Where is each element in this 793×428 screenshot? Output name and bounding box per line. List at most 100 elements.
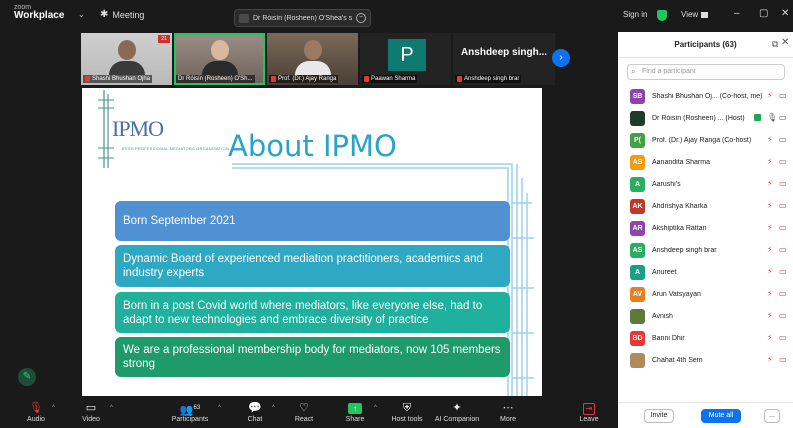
- sign-in-button[interactable]: Sign in: [623, 10, 647, 19]
- host-tools-button[interactable]: ⛨ Host tools: [390, 401, 424, 423]
- share-options-caret[interactable]: ^: [374, 405, 377, 411]
- ai-companion-button[interactable]: ✦ AI Companion: [432, 401, 482, 423]
- slide-title: About IPMO: [228, 129, 397, 163]
- participant-row[interactable]: Chahat 4th Sem ⚡ ▭: [618, 350, 793, 372]
- mute-all-button[interactable]: Mute all: [701, 409, 741, 423]
- annotate-pencil-icon[interactable]: ✎: [18, 368, 36, 386]
- participant-name: Prof. (Dr.) Ajay Ranga (Co-host): [652, 137, 752, 144]
- mic-muted-icon[interactable]: ⚡: [767, 91, 773, 100]
- participant-row[interactable]: AR Akshiptika Rattan ⚡ ▭: [618, 218, 793, 240]
- video-tile[interactable]: Anshdeep singh... Anshdeep singh brar: [453, 33, 555, 85]
- participant-row[interactable]: Dr Róisín (Rosheen) ... (Host) 🎙 ▭: [618, 108, 793, 130]
- avatar: AV: [630, 287, 645, 302]
- mic-muted-icon[interactable]: ⚡: [767, 311, 773, 320]
- video-off-icon[interactable]: ▭: [779, 157, 787, 166]
- react-button[interactable]: ♡ React: [292, 401, 316, 423]
- leave-button[interactable]: ⇥ Leave: [576, 401, 602, 423]
- mic-muted-icon[interactable]: ⚡: [767, 333, 773, 342]
- video-tile[interactable]: P Paawan Sharma: [360, 33, 451, 85]
- participant-row[interactable]: AS Anshdeep singh brar ⚡ ▭: [618, 240, 793, 262]
- participant-search-input[interactable]: ⌕ Find a participant: [627, 64, 785, 80]
- mic-muted-icon[interactable]: ⚡: [767, 245, 773, 254]
- video-off-icon[interactable]: ▭: [779, 223, 787, 232]
- shield-icon: ⛨: [402, 402, 412, 414]
- participant-row[interactable]: AK Ahdrishya Kharka ⚡ ▭: [618, 196, 793, 218]
- more-button[interactable]: ⋯ More: [496, 401, 520, 423]
- video-options-caret[interactable]: ^: [110, 405, 113, 411]
- participant-row[interactable]: A Anureet ⚡ ▭: [618, 262, 793, 284]
- video-tile[interactable]: Prof. (Dr.) Ajay Ranga: [267, 33, 358, 85]
- participant-name: Dr Róisín (Rosheen) ... (Host): [652, 115, 745, 122]
- minus-circle-icon[interactable]: −: [356, 13, 366, 23]
- video-off-icon[interactable]: ▭: [779, 201, 787, 210]
- mic-muted-icon[interactable]: ⚡: [767, 289, 773, 298]
- close-panel-icon[interactable]: ✕: [781, 37, 789, 48]
- participants-options-caret[interactable]: ^: [218, 405, 221, 411]
- mic-on-icon[interactable]: 🎙: [767, 113, 777, 122]
- close-icon[interactable]: ✕: [781, 8, 789, 19]
- mic-muted-icon[interactable]: ⚡: [767, 157, 773, 166]
- video-off-icon[interactable]: ▭: [779, 311, 787, 320]
- mic-muted-icon[interactable]: ⚡: [767, 223, 773, 232]
- panel-footer: Invite Mute all ...: [618, 402, 793, 428]
- audio-button[interactable]: 🎙 Audio: [24, 401, 48, 423]
- slide-bullet: Born September 2021: [115, 201, 510, 241]
- participant-row[interactable]: Avnish ⚡ ▭: [618, 306, 793, 328]
- video-on-icon[interactable]: ▭: [779, 135, 787, 144]
- video-name-label: Shashi Bhushan Ojha: [83, 75, 153, 83]
- slide-bullet: Dynamic Board of experienced mediation p…: [115, 245, 510, 287]
- participant-row[interactable]: A Aarushi's ⚡ ▭: [618, 174, 793, 196]
- more-options-button[interactable]: ...: [764, 409, 780, 423]
- pop-out-icon[interactable]: ⧉: [772, 39, 778, 50]
- mic-muted-icon[interactable]: ⚡: [767, 201, 773, 210]
- video-off-icon[interactable]: ▭: [779, 179, 787, 188]
- mic-muted-icon[interactable]: ⚡: [767, 179, 773, 188]
- video-tile[interactable]: 21 Shashi Bhushan Ojha: [81, 33, 172, 85]
- video-off-icon[interactable]: ▭: [779, 245, 787, 254]
- chat-button[interactable]: 💬 Chat: [244, 401, 266, 423]
- view-label: View: [681, 10, 699, 19]
- invite-button[interactable]: Invite: [644, 409, 674, 423]
- video-off-icon[interactable]: ▭: [779, 289, 787, 298]
- video-camera-icon: ▭: [85, 402, 97, 414]
- chat-options-caret[interactable]: ^: [272, 405, 275, 411]
- leave-icon: ⇥: [583, 403, 595, 415]
- next-page-button[interactable]: ›: [552, 49, 570, 67]
- maximize-icon[interactable]: ▢: [759, 8, 768, 19]
- video-name-label: Dr Róisín (Rosheen) O'Sh...: [176, 75, 255, 83]
- view-button[interactable]: View: [681, 10, 709, 19]
- video-on-icon[interactable]: ▭: [779, 113, 787, 122]
- mic-muted-icon[interactable]: ⚡: [767, 135, 773, 144]
- video-off-icon[interactable]: ▭: [779, 355, 787, 364]
- avatar: [630, 353, 645, 368]
- participant-row[interactable]: P( Prof. (Dr.) Ajay Ranga (Co-host) ⚡ ▭: [618, 130, 793, 152]
- audio-options-caret[interactable]: ^: [52, 405, 55, 411]
- mic-muted-icon[interactable]: ⚡: [767, 355, 773, 364]
- participant-row[interactable]: AV Arun Vatsyayan ⚡ ▭: [618, 284, 793, 306]
- meeting-menu[interactable]: ✱ Meeting: [100, 9, 144, 20]
- share-button[interactable]: ↑ Share: [342, 401, 368, 423]
- panel-header: Participants (63) ⧉ ✕: [618, 32, 793, 58]
- participant-name: Anureet: [652, 269, 677, 276]
- participant-row[interactable]: BD Banni Dhir ⚡ ▭: [618, 328, 793, 350]
- participant-name: Ahdrishya Kharka: [652, 203, 708, 210]
- screen-share-label: Dr Róisín (Rosheen) O'Shea's scre: [253, 14, 352, 22]
- participants-button[interactable]: 👥63 Participants: [168, 401, 212, 423]
- participants-icon: 👥63: [179, 404, 201, 417]
- meeting-label: Meeting: [112, 9, 145, 20]
- video-button[interactable]: ▭ Video: [78, 401, 104, 423]
- brand-line2: Workplace: [14, 10, 65, 21]
- chevron-down-icon[interactable]: ⌄: [78, 10, 85, 19]
- screen-share-indicator[interactable]: Dr Róisín (Rosheen) O'Shea's scre −: [234, 9, 371, 27]
- shield-check-icon[interactable]: [657, 10, 667, 21]
- video-tile-active-speaker[interactable]: Dr Róisín (Rosheen) O'Sh...: [174, 33, 265, 85]
- participant-row[interactable]: AS Aanandita Sharma ⚡ ▭: [618, 152, 793, 174]
- video-name-label: Anshdeep singh brar: [455, 75, 522, 83]
- title-bar: zoom Workplace ⌄ ✱ Meeting Dr Róisín (Ro…: [0, 0, 793, 32]
- mic-muted-icon[interactable]: ⚡: [767, 267, 773, 276]
- video-off-icon[interactable]: ▭: [779, 267, 787, 276]
- minimize-icon[interactable]: –: [734, 8, 740, 19]
- video-off-icon[interactable]: ▭: [779, 333, 787, 342]
- participant-row[interactable]: SB Shashi Bhushan Oj... (Co-host, me) ⚡ …: [618, 86, 793, 108]
- video-on-icon[interactable]: ▭: [779, 91, 787, 100]
